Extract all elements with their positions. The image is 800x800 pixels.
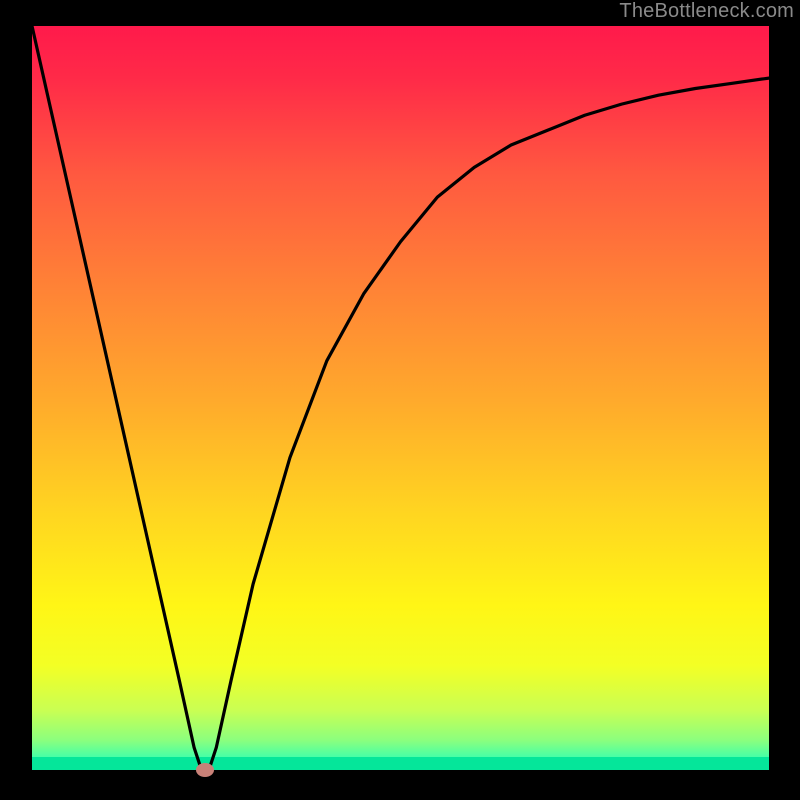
chart-frame: TheBottleneck.com [0,0,800,800]
optimal-point-marker [196,763,214,777]
plot-area [32,26,769,770]
watermark-label: TheBottleneck.com [619,0,794,23]
gradient-background [32,26,769,770]
green-bottom-band [32,757,769,770]
chart-svg [32,26,769,770]
